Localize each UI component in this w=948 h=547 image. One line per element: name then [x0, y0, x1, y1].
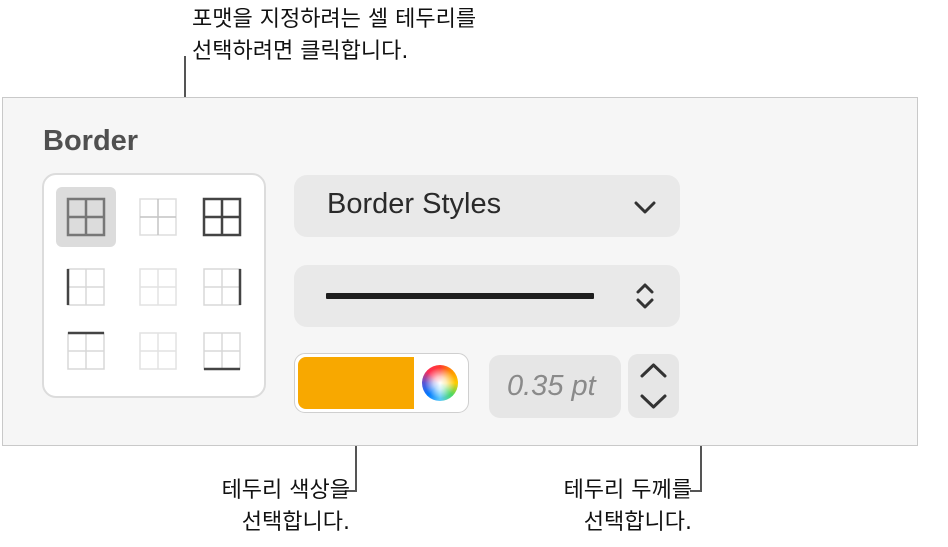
left-border-button[interactable]: [56, 257, 116, 317]
line-style-popup[interactable]: [294, 265, 680, 327]
chevron-down-icon: [634, 201, 656, 214]
right-border-icon: [203, 268, 242, 306]
border-width-field[interactable]: 0.35 pt: [489, 355, 621, 418]
callout-border-grid: 포맷을 지정하려는 셀 테두리를 선택하려면 클릭합니다.: [192, 7, 477, 64]
border-width-value: 0.35 pt: [507, 370, 596, 402]
border-color-well[interactable]: [294, 353, 469, 413]
callout-border-color: 테두리 색상을 선택합니다.: [221, 478, 350, 535]
top-border-button[interactable]: [56, 321, 116, 381]
all-borders-icon: [66, 197, 106, 237]
section-title: Border: [43, 125, 139, 157]
top-border-icon: [67, 331, 105, 370]
callout-border-width: 테두리 두께를 선택합니다.: [563, 478, 692, 535]
bottom-border-button[interactable]: [192, 321, 252, 381]
inside-horizontal-icon: [139, 332, 177, 370]
border-styles-dropdown[interactable]: Border Styles: [294, 175, 680, 237]
stepper-up-button[interactable]: [628, 354, 679, 386]
bottom-border-icon: [203, 332, 241, 371]
inside-borders-button[interactable]: [128, 187, 188, 247]
border-picker-grid: [42, 173, 266, 398]
inside-borders-icon: [139, 198, 177, 236]
chevron-up-icon: [640, 363, 667, 378]
inside-horizontal-button[interactable]: [128, 321, 188, 381]
border-styles-label: Border Styles: [327, 188, 502, 220]
border-color-swatch[interactable]: [298, 357, 414, 409]
up-down-chevron-icon: [636, 283, 654, 309]
inside-vertical-icon: [139, 268, 177, 306]
stepper-down-button[interactable]: [628, 386, 679, 418]
left-border-icon: [66, 268, 105, 306]
inside-vertical-button[interactable]: [128, 257, 188, 317]
solid-line-preview: [326, 293, 594, 299]
right-border-button[interactable]: [192, 257, 252, 317]
chevron-down-icon: [640, 394, 667, 409]
color-wheel-icon[interactable]: [422, 365, 458, 401]
outside-borders-icon: [202, 197, 242, 237]
border-width-stepper[interactable]: [628, 354, 679, 418]
outside-borders-button[interactable]: [192, 187, 252, 247]
all-borders-button[interactable]: [56, 187, 116, 247]
